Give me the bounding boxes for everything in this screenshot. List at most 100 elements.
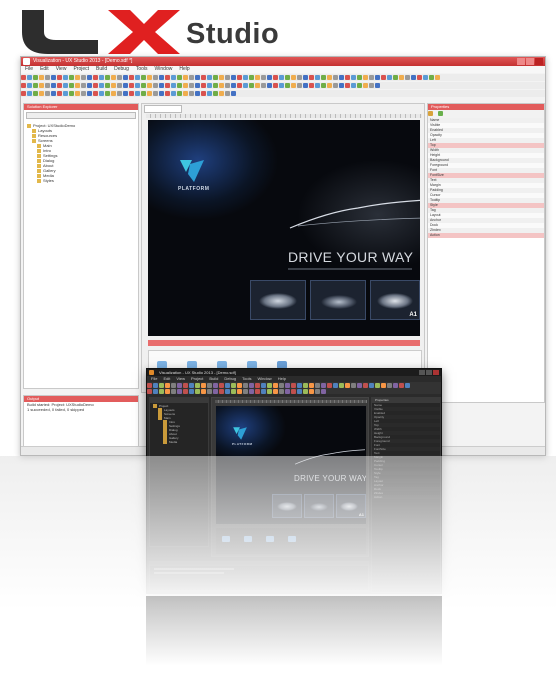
- toolbar-button-icon[interactable]: [87, 83, 92, 88]
- toolbar-button-icon[interactable]: [123, 75, 128, 80]
- toolbar-button-icon[interactable]: [195, 389, 200, 394]
- document-tab[interactable]: [144, 105, 182, 113]
- toolbar-button-icon[interactable]: [225, 83, 230, 88]
- toolbar-button-icon[interactable]: [249, 75, 254, 80]
- toolbar-button-icon[interactable]: [159, 75, 164, 80]
- toolbar-button-icon[interactable]: [327, 83, 332, 88]
- toolbar-button-icon[interactable]: [129, 75, 134, 80]
- toolbar-button-icon[interactable]: [225, 389, 230, 394]
- toolbar-button-icon[interactable]: [333, 83, 338, 88]
- toolbar-button-icon[interactable]: [117, 91, 122, 96]
- toolbar-button-icon[interactable]: [225, 91, 230, 96]
- toolbar-button-icon[interactable]: [171, 75, 176, 80]
- toolbar-button-icon[interactable]: [273, 389, 278, 394]
- toolbar-button-icon[interactable]: [93, 75, 98, 80]
- toolbar-button-icon[interactable]: [267, 83, 272, 88]
- toolbar-button-icon[interactable]: [93, 91, 98, 96]
- toolbar-button-icon[interactable]: [303, 389, 308, 394]
- toolbar-button-icon[interactable]: [63, 83, 68, 88]
- toolbar-button-icon[interactable]: [147, 75, 152, 80]
- toolbar-button-icon[interactable]: [225, 75, 230, 80]
- toolbar-button-icon[interactable]: [129, 91, 134, 96]
- toolbar-button-icon[interactable]: [87, 91, 92, 96]
- toolbar-button-icon[interactable]: [81, 83, 86, 88]
- toolbar-button-icon[interactable]: [267, 75, 272, 80]
- toolbar-button-icon[interactable]: [177, 75, 182, 80]
- toolbar-button-icon[interactable]: [57, 83, 62, 88]
- toolbar-button-icon[interactable]: [51, 91, 56, 96]
- toolbar-button-icon[interactable]: [189, 389, 194, 394]
- dark-design-canvas[interactable]: PLATFORM DRIVE YOUR WAY A1: [216, 406, 366, 524]
- dark-asset-icon-4[interactable]: [288, 536, 296, 542]
- car-thumbnail-3[interactable]: A1: [370, 280, 420, 320]
- toolbar-button-icon[interactable]: [345, 83, 350, 88]
- toolbar-button-icon[interactable]: [219, 83, 224, 88]
- toolbar-button-icon[interactable]: [135, 83, 140, 88]
- menu-tools[interactable]: Tools: [136, 66, 148, 73]
- toolbar-button-icon[interactable]: [57, 75, 62, 80]
- toolbar-button-icon[interactable]: [285, 389, 290, 394]
- toolbar-button-icon[interactable]: [393, 75, 398, 80]
- toolbar-button-icon[interactable]: [69, 83, 74, 88]
- toolbar-button-icon[interactable]: [303, 75, 308, 80]
- toolbar-button-icon[interactable]: [57, 91, 62, 96]
- toolbar-button-icon[interactable]: [273, 83, 278, 88]
- toolbar-button-icon[interactable]: [45, 75, 50, 80]
- toolbar-button-icon[interactable]: [171, 389, 176, 394]
- toolbar-button-icon[interactable]: [387, 75, 392, 80]
- toolbar-button-icon[interactable]: [309, 83, 314, 88]
- toolbar-button-icon[interactable]: [351, 83, 356, 88]
- toolbar-button-icon[interactable]: [117, 75, 122, 80]
- toolbar-button-icon[interactable]: [357, 75, 362, 80]
- toolbar-button-icon[interactable]: [45, 91, 50, 96]
- toolbar-button-icon[interactable]: [177, 83, 182, 88]
- toolbar-button-icon[interactable]: [255, 75, 260, 80]
- toolbar-button-icon[interactable]: [27, 83, 32, 88]
- dark-maximize-button[interactable]: [426, 370, 432, 375]
- title-bar[interactable]: Visualization - UX Studio 2013 - [Demo.s…: [21, 57, 545, 66]
- toolbar-button-icon[interactable]: [285, 75, 290, 80]
- toolbar-button-icon[interactable]: [201, 389, 206, 394]
- toolbar-button-icon[interactable]: [135, 91, 140, 96]
- toolbar-button-icon[interactable]: [255, 83, 260, 88]
- toolbar-button-icon[interactable]: [177, 91, 182, 96]
- tree-item[interactable]: Styles: [24, 178, 138, 183]
- toolbar-button-icon[interactable]: [171, 91, 176, 96]
- toolbar-button-icon[interactable]: [195, 83, 200, 88]
- toolbar-button-icon[interactable]: [321, 389, 326, 394]
- toolbar-button-icon[interactable]: [189, 83, 194, 88]
- toolbar-button-icon[interactable]: [105, 91, 110, 96]
- toolbar-button-icon[interactable]: [105, 75, 110, 80]
- toolbar-button-icon[interactable]: [135, 75, 140, 80]
- dark-asset-icon-1[interactable]: [222, 536, 230, 542]
- toolbar-button-icon[interactable]: [39, 83, 44, 88]
- toolbar-button-icon[interactable]: [321, 83, 326, 88]
- toolbar-button-icon[interactable]: [219, 91, 224, 96]
- toolbar-button-icon[interactable]: [81, 91, 86, 96]
- menu-build[interactable]: Build: [96, 66, 107, 73]
- toolbar-button-icon[interactable]: [249, 389, 254, 394]
- toolbar-button-icon[interactable]: [285, 83, 290, 88]
- toolbar-button-icon[interactable]: [249, 83, 254, 88]
- toolbar-button-icon[interactable]: [201, 91, 206, 96]
- toolbar-button-icon[interactable]: [411, 75, 416, 80]
- toolbar-button-icon[interactable]: [105, 83, 110, 88]
- toolbar-button-icon[interactable]: [309, 389, 314, 394]
- toolbar-button-icon[interactable]: [363, 83, 368, 88]
- toolbar-button-icon[interactable]: [405, 75, 410, 80]
- property-value[interactable]: [409, 495, 440, 499]
- close-button[interactable]: [535, 58, 543, 65]
- toolbar-button-icon[interactable]: [333, 75, 338, 80]
- dark-minimize-button[interactable]: [419, 370, 425, 375]
- toolbar-button-icon[interactable]: [321, 75, 326, 80]
- toolbar-button-icon[interactable]: [39, 91, 44, 96]
- toolbar-button-icon[interactable]: [183, 91, 188, 96]
- toolbar-button-icon[interactable]: [315, 75, 320, 80]
- toolbar-button-icon[interactable]: [243, 389, 248, 394]
- search-field[interactable]: [26, 112, 136, 119]
- toolbar-button-icon[interactable]: [231, 83, 236, 88]
- toolbar-button-icon[interactable]: [195, 75, 200, 80]
- sort-icon[interactable]: [428, 111, 433, 116]
- toolbar-button-icon[interactable]: [357, 83, 362, 88]
- toolbar-button-icon[interactable]: [369, 75, 374, 80]
